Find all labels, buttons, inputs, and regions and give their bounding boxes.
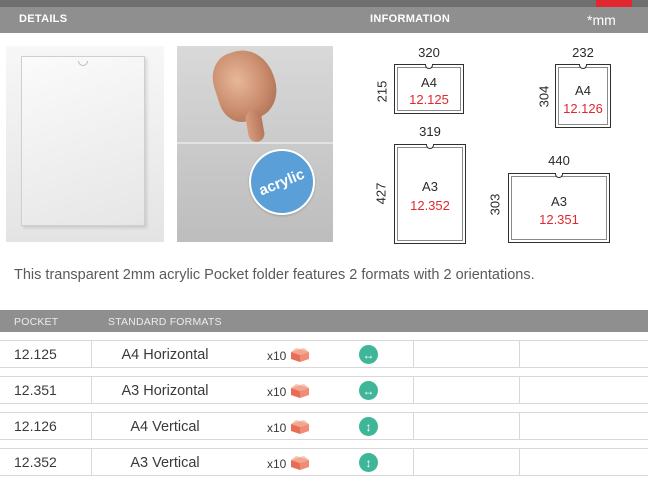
red-accent-tab xyxy=(596,0,632,7)
quantity-label: x10 xyxy=(267,457,287,471)
format-width-label: 320 xyxy=(418,45,440,60)
format-name: A4 xyxy=(421,75,437,90)
format-width-label: 319 xyxy=(419,124,441,139)
format-height-label: 215 xyxy=(374,80,390,103)
format-code: 12.351 xyxy=(539,212,579,227)
formats-table: POCKET STANDARD FORMATS 12.125 A4 Horizo… xyxy=(0,310,648,476)
horizontal-arrow-icon: ↔ xyxy=(359,381,378,400)
diagram-notch xyxy=(555,173,563,178)
format-height-label: 427 xyxy=(373,182,389,205)
format-diagram-a4-horizontal: A4 12.125 xyxy=(394,64,464,114)
sheet-notch xyxy=(78,61,88,66)
empty-cell xyxy=(414,377,520,403)
top-strip xyxy=(0,0,648,7)
format-width-label: 232 xyxy=(572,45,594,60)
acrylic-badge: acrylic xyxy=(249,149,315,215)
pocket-code-cell: 12.352 xyxy=(0,449,92,475)
format-height-label: 303 xyxy=(487,193,503,216)
product-photo-pocket xyxy=(6,46,164,242)
empty-cell xyxy=(520,377,648,403)
pocket-code-cell: 12.351 xyxy=(0,377,92,403)
horizontal-arrow-icon: ↔ xyxy=(359,345,378,364)
diagram-notch xyxy=(426,144,434,149)
section-header: DETAILS INFORMATION *mm xyxy=(0,7,648,33)
quantity-label: x10 xyxy=(267,385,287,399)
product-description: This transparent 2mm acrylic Pocket fold… xyxy=(14,267,535,283)
acrylic-badge-label: acrylic xyxy=(256,165,308,199)
unit-label: *mm xyxy=(587,12,616,28)
format-name: A4 Vertical xyxy=(130,419,200,435)
quantity-label: x10 xyxy=(267,421,287,435)
format-name: A3 Vertical xyxy=(130,455,200,471)
format-name: A3 Horizontal xyxy=(121,383,209,399)
package-box-icon xyxy=(291,348,309,362)
format-code: 12.126 xyxy=(563,101,603,116)
format-diagram-a4-vertical: A4 12.126 xyxy=(555,64,611,128)
pocket-code-cell: 12.126 xyxy=(0,413,92,439)
package-box-icon xyxy=(291,420,309,434)
table-row: 12.125 A4 Horizontal x10 ↔ xyxy=(0,340,648,368)
table-row: 12.126 A4 Vertical x10 ↕ xyxy=(0,412,648,440)
vertical-arrow-icon: ↕ xyxy=(359,417,378,436)
format-height-label: 304 xyxy=(536,85,552,108)
information-heading: INFORMATION xyxy=(370,13,451,25)
empty-cell xyxy=(520,413,648,439)
table-row: 12.352 A3 Vertical x10 ↕ xyxy=(0,448,648,476)
quantity-label: x10 xyxy=(267,349,287,363)
empty-cell xyxy=(414,413,520,439)
format-width-label: 440 xyxy=(548,153,570,168)
format-name: A3 xyxy=(551,194,567,209)
format-cell: A3 Vertical x10 ↕ xyxy=(92,449,414,475)
format-name: A4 xyxy=(575,83,591,98)
table-header: POCKET STANDARD FORMATS xyxy=(0,310,648,332)
format-diagram-a3-vertical: A3 12.352 xyxy=(394,144,466,244)
format-code: 12.352 xyxy=(410,198,450,213)
package-box-icon xyxy=(291,384,309,398)
pocket-code-cell: 12.125 xyxy=(0,341,92,367)
diagram-notch xyxy=(425,64,433,69)
format-diagram-a3-horizontal: A3 12.351 xyxy=(508,173,610,243)
format-cell: A4 Vertical x10 ↕ xyxy=(92,413,414,439)
vertical-arrow-icon: ↕ xyxy=(359,453,378,472)
format-code: 12.125 xyxy=(409,92,449,107)
format-cell: A3 Horizontal x10 ↔ xyxy=(92,377,414,403)
column-header-pocket: POCKET xyxy=(14,316,59,328)
format-name: A3 xyxy=(422,179,438,194)
package-box-icon xyxy=(291,456,309,470)
acrylic-sheet-image xyxy=(21,56,145,226)
empty-cell xyxy=(520,449,648,475)
format-name: A4 Horizontal xyxy=(121,347,209,363)
pocket-edge xyxy=(177,142,333,144)
empty-cell xyxy=(520,341,648,367)
table-row: 12.351 A3 Horizontal x10 ↔ xyxy=(0,376,648,404)
empty-cell xyxy=(414,449,520,475)
details-heading: DETAILS xyxy=(19,13,68,25)
empty-cell xyxy=(414,341,520,367)
product-photo-detail: acrylic xyxy=(177,46,333,242)
column-header-formats: STANDARD FORMATS xyxy=(108,316,222,328)
format-cell: A4 Horizontal x10 ↔ xyxy=(92,341,414,367)
diagram-notch xyxy=(579,64,587,69)
